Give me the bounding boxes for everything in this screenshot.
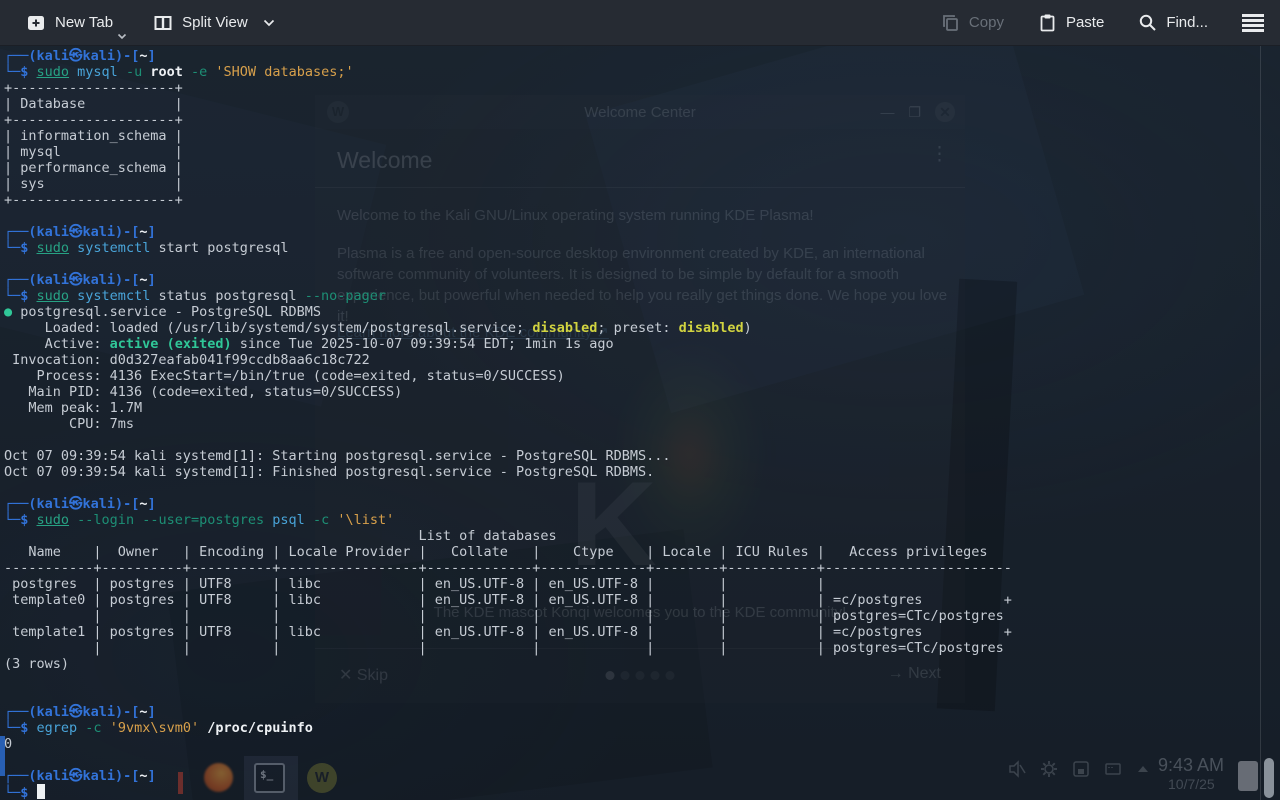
terminal-line: ┌──(kali㉿kali)-[~] — [4, 272, 156, 288]
terminal-line: └─$ sudo systemctl start postgresql — [4, 240, 289, 256]
terminal-line: Name | Owner | Encoding | Locale Provide… — [4, 544, 1012, 560]
terminal-line: (3 rows) — [4, 656, 70, 672]
terminal-line: ┌──(kali㉿kali)-[~] — [4, 224, 156, 240]
terminal-line: | sys | — [4, 176, 183, 192]
terminal-line: Main PID: 4136 (code=exited, status=0/SU… — [4, 384, 403, 400]
split-view-label: Split View — [182, 14, 248, 31]
terminal-line: Loaded: loaded (/usr/lib/systemd/system/… — [4, 320, 752, 336]
hamburger-menu-icon[interactable] — [1242, 13, 1264, 32]
terminal-line: | mysql | — [4, 144, 183, 160]
terminal-line: template1 | postgres | UTF8 | libc | en_… — [4, 624, 1012, 640]
chevron-down-icon — [263, 19, 274, 26]
paste-button[interactable]: Paste — [1038, 13, 1104, 32]
terminal-line: └─$ — [4, 784, 1280, 800]
terminal-line: +--------------------+ — [4, 192, 183, 208]
terminal-line: -----------+----------+----------+------… — [4, 560, 1012, 576]
scrollbar-track — [1260, 46, 1261, 800]
terminal-line: ┌──(kali㉿kali)-[~] — [4, 768, 156, 784]
terminal-line: Active: active (exited) since Tue 2025-1… — [4, 336, 614, 352]
copy-label: Copy — [968, 14, 1004, 31]
terminal-line: Invocation: d0d327eafab041f99ccdb8aa6c18… — [4, 352, 370, 368]
terminal-line: +--------------------+ — [4, 80, 183, 96]
find-label: Find... — [1166, 14, 1208, 31]
terminal-line: List of databases — [4, 528, 557, 544]
copy-icon — [943, 15, 958, 31]
terminal-line: Oct 07 09:39:54 kali systemd[1]: Startin… — [4, 448, 671, 464]
terminal-line: | information_schema | — [4, 128, 183, 144]
terminal-line: └─$ sudo systemctl status postgresql --n… — [4, 288, 387, 304]
new-tab-label: New Tab — [55, 14, 114, 31]
chevron-down-icon — [118, 33, 127, 39]
terminal-cursor — [36, 784, 45, 799]
terminal-output: ┌──(kali㉿kali)-[~] └─$ sudo mysql -u root… — [4, 48, 1280, 800]
split-panes-icon — [154, 15, 172, 30]
scrollbar-thumb[interactable] — [1264, 758, 1274, 798]
terminal-line: postgres | postgres | UTF8 | libc | en_U… — [4, 576, 834, 592]
terminal-line: ┌──(kali㉿kali)-[~] — [4, 48, 156, 64]
terminal-line: | | | | | | | | postgres=CTc/postgres — [4, 608, 1004, 624]
tab-plus-icon — [28, 15, 44, 30]
terminal-line: └─$ egrep -c '9vmx\svm0' /proc/cpuinfo — [4, 720, 313, 736]
terminal-line: | performance_schema | — [4, 160, 183, 176]
terminal-line: └─$ sudo --login --user=postgres psql -c… — [4, 512, 395, 528]
terminal-line: Mem peak: 1.7M — [4, 400, 143, 416]
magnifier-icon — [1140, 14, 1157, 31]
terminal-line: └─$ sudo mysql -u root -e 'SHOW database… — [4, 64, 354, 80]
terminal-line: 0 — [4, 736, 13, 752]
terminal-line: ┌──(kali㉿kali)-[~] — [4, 704, 156, 720]
terminal-line: CPU: 7ms — [4, 416, 135, 432]
new-tab-button[interactable]: New Tab — [26, 13, 127, 39]
terminal-line: template0 | postgres | UTF8 | libc | en_… — [4, 592, 1012, 608]
paste-label: Paste — [1065, 14, 1105, 31]
terminal-toolbar: New Tab Split View Copy Paste Find... — [0, 0, 1280, 46]
terminal-line: Oct 07 09:39:54 kali systemd[1]: Finishe… — [4, 464, 655, 480]
terminal-line: | | | | | | | | postgres=CTc/postgres — [4, 640, 1004, 656]
terminal-line: +--------------------+ — [4, 112, 183, 128]
copy-button[interactable]: Copy — [941, 13, 1004, 32]
terminal-line: | Database | — [4, 96, 183, 112]
split-view-button[interactable]: Split View — [153, 13, 275, 33]
clipboard-icon — [1040, 14, 1055, 32]
terminal-line: ● postgresql.service - PostgreSQL RDBMS — [4, 304, 321, 320]
terminal-line: Process: 4136 ExecStart=/bin/true (code=… — [4, 368, 565, 384]
find-button[interactable]: Find... — [1138, 13, 1208, 32]
terminal-line: ┌──(kali㉿kali)-[~] — [4, 496, 156, 512]
terminal-viewport[interactable]: ┌──(kali㉿kali)-[~] └─$ sudo mysql -u root… — [0, 46, 1280, 800]
